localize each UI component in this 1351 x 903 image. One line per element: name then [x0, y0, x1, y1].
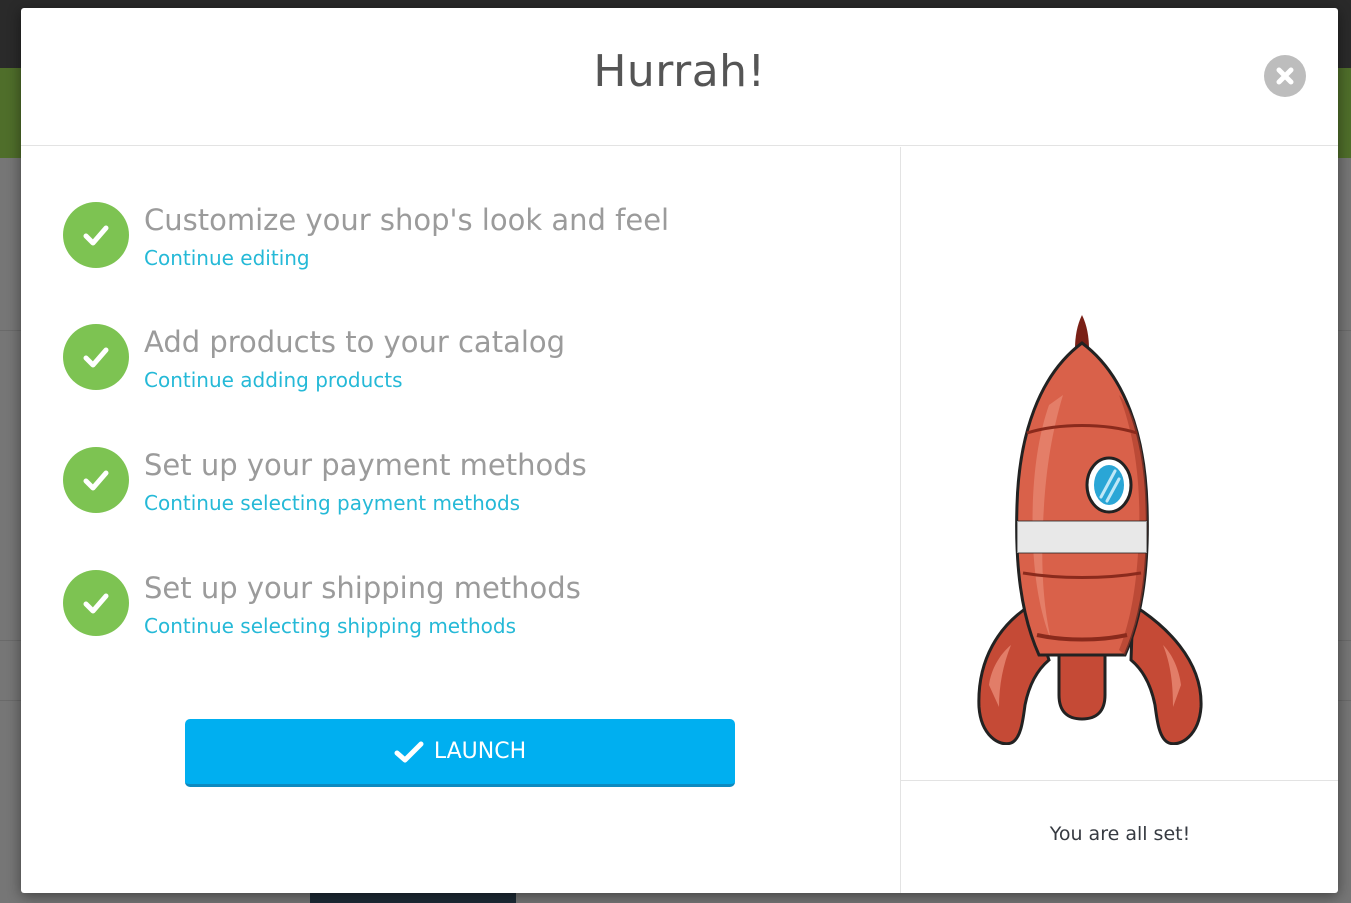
step-item: Add products to your catalog Continue ad…: [63, 324, 883, 414]
all-set-message: You are all set!: [1049, 823, 1191, 845]
modal-title: Hurrah!: [593, 46, 766, 97]
continue-adding-products-link[interactable]: Continue adding products: [144, 368, 403, 392]
step-item: Set up your payment methods Continue sel…: [63, 447, 883, 537]
check-circle-icon: [63, 447, 129, 513]
continue-editing-link[interactable]: Continue editing: [144, 246, 310, 270]
step-list: Customize your shop's look and feel Cont…: [21, 147, 900, 893]
check-circle-icon: [63, 202, 129, 268]
step-title: Customize your shop's look and feel: [144, 203, 670, 237]
side-panel: You are all set!: [900, 147, 1338, 893]
close-circle-icon: [1276, 67, 1294, 85]
launch-button[interactable]: LAUNCH: [185, 719, 735, 787]
step-item: Set up your shipping methods Continue se…: [63, 570, 883, 660]
continue-shipping-methods-link[interactable]: Continue selecting shipping methods: [144, 614, 516, 638]
check-circle-icon: [63, 324, 129, 390]
onboarding-complete-modal: Hurrah! Customize your shop's look and f…: [21, 8, 1338, 893]
modal-header: Hurrah!: [21, 8, 1338, 146]
checkmark-icon: [394, 741, 424, 762]
close-button[interactable]: [1264, 55, 1306, 97]
check-circle-icon: [63, 570, 129, 636]
step-title: Set up your shipping methods: [144, 571, 581, 605]
step-item: Customize your shop's look and feel Cont…: [63, 202, 883, 292]
illustration-area: [901, 147, 1338, 781]
step-title: Set up your payment methods: [144, 448, 587, 482]
launch-label: LAUNCH: [433, 739, 527, 764]
rocket-illustration: [977, 315, 1203, 745]
step-title: Add products to your catalog: [144, 325, 566, 359]
continue-payment-methods-link[interactable]: Continue selecting payment methods: [144, 491, 520, 515]
